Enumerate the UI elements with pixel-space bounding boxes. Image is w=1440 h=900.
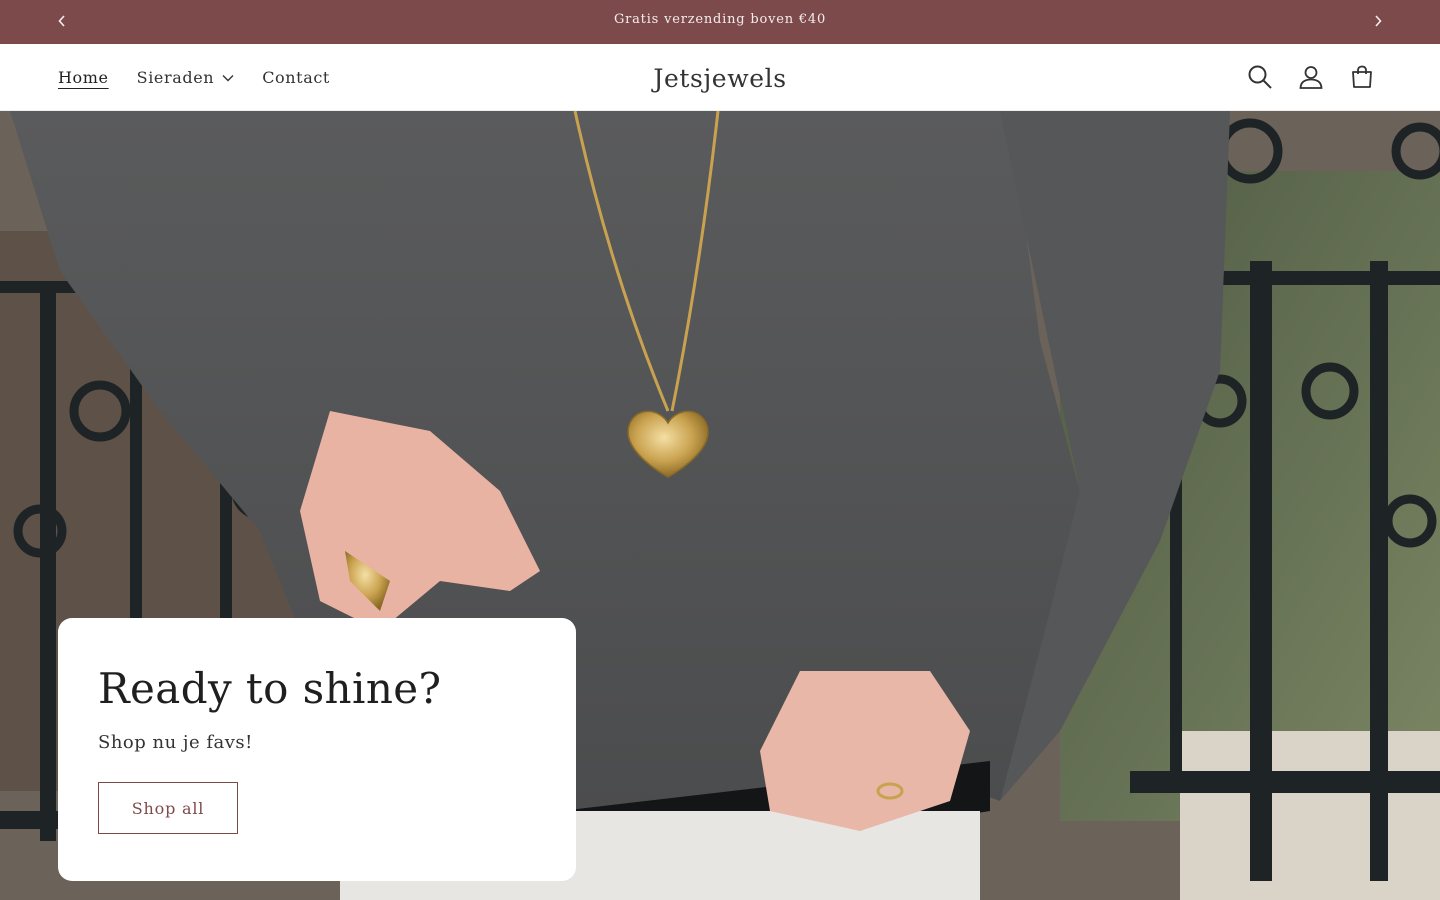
shop-all-button[interactable]: Shop all xyxy=(98,782,238,834)
nav-item-sieraden-label: Sieraden xyxy=(136,68,215,87)
hero-card: Ready to shine? Shop nu je favs! Shop al… xyxy=(58,618,576,881)
nav-item-sieraden[interactable]: Sieraden xyxy=(137,68,235,87)
account-button[interactable] xyxy=(1296,62,1326,92)
announcement-next-button[interactable] xyxy=(1365,8,1391,34)
site-logo[interactable]: Jetsjewels xyxy=(560,44,880,111)
main-nav: Home Sieraden Contact xyxy=(58,44,358,111)
chevron-right-icon xyxy=(1375,15,1382,27)
cart-button[interactable] xyxy=(1347,62,1377,92)
account-icon xyxy=(1299,66,1323,89)
chevron-down-icon xyxy=(222,74,234,82)
nav-item-home[interactable]: Home xyxy=(58,68,109,87)
search-icon xyxy=(1248,65,1272,89)
site-header: Home Sieraden Contact Jetsjewels xyxy=(0,44,1440,111)
search-button[interactable] xyxy=(1245,62,1275,92)
nav-item-contact[interactable]: Contact xyxy=(262,68,330,87)
announcement-bar: Gratis verzending boven €40 xyxy=(0,0,1440,44)
announcement-message: Gratis verzending boven €40 xyxy=(613,12,827,27)
hero-heading: Ready to shine? xyxy=(98,664,442,713)
hero-subheading: Shop nu je favs! xyxy=(98,732,253,753)
hero-banner: Ready to shine? Shop nu je favs! Shop al… xyxy=(0,111,1440,900)
cart-icon xyxy=(1352,65,1372,88)
